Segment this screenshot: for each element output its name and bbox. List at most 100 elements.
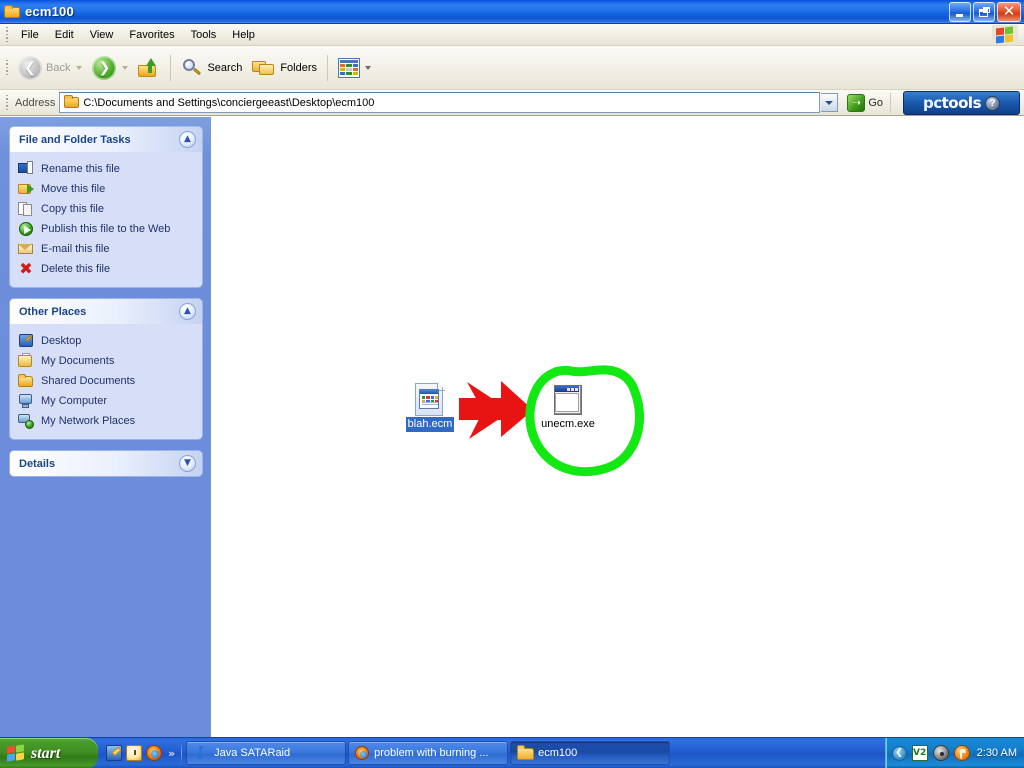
address-separator [890, 92, 891, 113]
menu-item-file[interactable]: File [13, 26, 47, 44]
title-bar: ecm100 ✕ [0, 0, 1024, 24]
clock-icon[interactable] [126, 745, 142, 761]
toolbar-separator [170, 54, 172, 81]
panel-title: Other Places [19, 305, 87, 318]
sidebar-item-publish-this-file-to-the-web[interactable]: Publish this file to the Web [18, 219, 198, 239]
menu-item-help[interactable]: Help [224, 26, 263, 44]
forward-button[interactable]: ❯ [87, 51, 121, 85]
close-button[interactable]: ✕ [997, 1, 1021, 22]
file-item-blah-ecm[interactable]: blah.ecm [393, 381, 467, 432]
quick-launch-bar: » [98, 738, 179, 768]
address-label: Address [15, 96, 56, 109]
pctools-logo: pctools [923, 94, 982, 112]
panel-header[interactable]: Other Places ▲ [10, 299, 202, 324]
views-icon [338, 57, 361, 78]
toolbar-grip[interactable] [3, 59, 11, 76]
task-button-problem-with-burning[interactable]: problem with burning ... [348, 741, 509, 765]
minimize-button[interactable] [949, 1, 971, 22]
task-button-label: problem with burning ... [374, 747, 489, 759]
window-title: ecm100 [25, 4, 74, 19]
shared-documents-icon [18, 373, 34, 389]
sidebar-item-delete-this-file[interactable]: ✖ Delete this file [18, 259, 198, 279]
sidebar-item-label: Publish this file to the Web [41, 223, 171, 235]
folder-icon [64, 95, 80, 108]
chevron-up-icon[interactable]: ▲ [179, 131, 196, 148]
red-arrow-annotation [459, 381, 533, 439]
v2-antivirus-icon[interactable]: V2 [911, 745, 928, 761]
views-dropdown-caret[interactable] [365, 65, 372, 70]
up-folder-icon [138, 57, 160, 78]
panel-title: File and Folder Tasks [19, 133, 131, 146]
sidebar-item-my-computer[interactable]: My Computer [18, 391, 198, 411]
search-icon [181, 58, 203, 78]
toolbar-separator-2 [327, 54, 329, 81]
tray-expand-icon[interactable]: ❮ [891, 745, 907, 761]
chevron-up-icon[interactable]: ▲ [179, 303, 196, 320]
search-button[interactable]: Search [176, 51, 247, 85]
sidebar-item-e-mail-this-file[interactable]: E-mail this file [18, 239, 198, 259]
panel-header[interactable]: Details ▼ [10, 451, 202, 476]
task-button-label: Java SATARaid [214, 747, 291, 759]
copy-file-icon [18, 201, 34, 217]
file-icon-wrap [531, 381, 605, 417]
up-button[interactable] [133, 51, 165, 85]
address-grip[interactable] [3, 94, 11, 111]
sidebar-item-label: Shared Documents [41, 375, 136, 387]
folders-icon [252, 58, 276, 78]
file-list-area[interactable]: blah.ecm unecm.exe [210, 117, 1024, 737]
menu-item-edit[interactable]: Edit [47, 26, 82, 44]
help-icon[interactable]: ? [985, 95, 1000, 111]
pctools-toolbar[interactable]: pctools ? [903, 91, 1020, 115]
sidebar-item-desktop[interactable]: Desktop [18, 331, 198, 351]
back-history-caret[interactable] [76, 65, 83, 70]
orange-app-icon[interactable] [953, 745, 970, 761]
forward-history-caret[interactable] [122, 65, 129, 70]
ecm-file-icon [415, 383, 445, 417]
java-icon [193, 746, 209, 760]
tray-clock[interactable]: 2:30 AM [977, 747, 1017, 759]
folders-button[interactable]: Folders [247, 51, 322, 85]
chevron-down-icon[interactable]: ▼ [179, 455, 196, 472]
start-button[interactable]: start [0, 738, 98, 768]
show-desktop-icon[interactable] [106, 745, 122, 761]
publish-web-icon [18, 221, 34, 237]
delete-file-icon: ✖ [19, 259, 33, 278]
address-dropdown-button[interactable] [821, 93, 839, 112]
panel-body: Desktop My Documents Shared Documents My… [10, 324, 202, 439]
sidebar-item-rename-this-file[interactable]: Rename this file [18, 159, 198, 179]
move-file-icon [18, 181, 34, 197]
task-button-ecm100[interactable]: ecm100 [510, 741, 671, 765]
sidebar-item-shared-documents[interactable]: Shared Documents [18, 371, 198, 391]
sidebar-item-label: My Computer [41, 395, 108, 407]
menu-grip[interactable] [3, 26, 11, 43]
email-file-icon [18, 241, 34, 257]
sidebar-item-move-this-file[interactable]: Move this file [18, 179, 198, 199]
restore-button[interactable] [973, 1, 995, 22]
toolbar: ❮ Back ❯ Search Folders [0, 46, 1024, 90]
menu-item-tools[interactable]: Tools [183, 26, 225, 44]
sidebar-item-my-network-places[interactable]: My Network Places [18, 411, 198, 431]
go-button[interactable]: ➝ Go [843, 93, 887, 112]
go-arrow-icon: ➝ [847, 93, 866, 112]
sidebar-item-copy-this-file[interactable]: Copy this file [18, 199, 198, 219]
back-arrow-icon: ❮ [18, 55, 42, 80]
firefox-icon [355, 746, 370, 760]
address-input[interactable]: C:\Documents and Settings\conciergeeast\… [59, 92, 821, 113]
menu-item-view[interactable]: View [82, 26, 122, 44]
back-button[interactable]: ❮ Back [13, 51, 75, 85]
panel-title: Details [19, 457, 56, 470]
disc-drive-icon[interactable] [932, 745, 949, 761]
menu-item-favorites[interactable]: Favorites [121, 26, 182, 44]
quicklaunch-overflow-icon[interactable]: » [168, 747, 175, 760]
annotation-layer [459, 365, 644, 477]
panel-header[interactable]: File and Folder Tasks ▲ [10, 127, 202, 152]
file-label: blah.ecm [405, 417, 455, 432]
folders-button-label: Folders [280, 61, 318, 74]
file-item-unecm-exe[interactable]: unecm.exe [531, 381, 605, 432]
task-button-java-sataraid[interactable]: Java SATARaid [186, 741, 347, 765]
firefox-icon[interactable] [146, 745, 162, 761]
sidebar-item-my-documents[interactable]: My Documents [18, 351, 198, 371]
sidebar-item-label: Move this file [41, 183, 106, 195]
views-button[interactable] [333, 51, 381, 85]
go-button-label: Go [868, 96, 883, 109]
